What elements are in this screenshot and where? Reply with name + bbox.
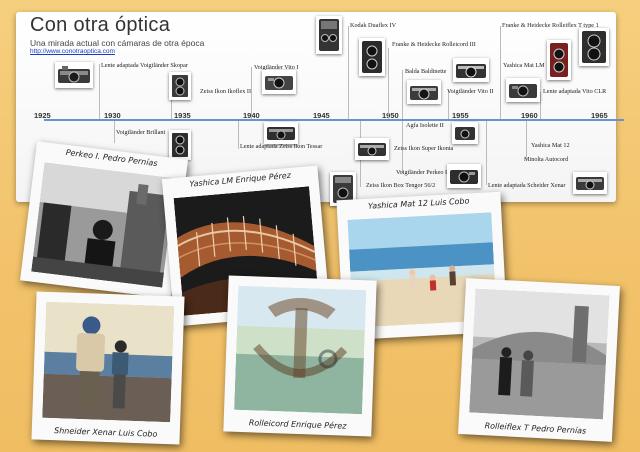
event-label: Lente adaptada Voigtländer Skopar [101, 62, 188, 69]
twin-lens-camera-icon [582, 31, 606, 63]
event-label: Voigtländer Brillant [116, 129, 166, 136]
folding-camera-icon [58, 66, 90, 83]
camera-thumbnail[interactable] [359, 38, 385, 76]
camera-thumbnail[interactable] [573, 172, 607, 194]
camera-thumbnail[interactable] [262, 70, 296, 94]
year-label: 1930 [104, 111, 121, 120]
event-label: Yashica Mat 12 [531, 142, 570, 149]
folding-camera-icon [450, 170, 478, 184]
twin-lens-camera-icon [550, 43, 568, 77]
camera-thumbnail[interactable] [355, 138, 389, 160]
camera-thumbnail[interactable] [452, 122, 478, 144]
leader-line [114, 121, 115, 143]
event-label: Zeiss Ikon Ikoflex II [200, 88, 252, 95]
year-label: 1960 [521, 111, 538, 120]
photo-caption: Shneider Xenar Luis Cobo [53, 426, 158, 439]
camera-thumbnail[interactable] [407, 80, 441, 104]
website-link[interactable]: http://www.conotraoptica.com [30, 48, 115, 55]
camera-thumbnail[interactable] [506, 78, 540, 102]
leader-line [486, 121, 487, 185]
camera-thumbnail[interactable] [579, 28, 609, 66]
box-camera-icon [319, 19, 339, 51]
event-label: Lente adaptada Zeiss Ikon Tessar [240, 143, 323, 150]
camera-thumbnail[interactable] [447, 164, 481, 188]
event-label: Kodak Duaflex IV [350, 22, 397, 29]
photo-caption: Rolleicord Enrique Pérez [248, 418, 347, 431]
twin-lens-camera-icon [172, 75, 188, 97]
event-label: Zeiss Ikon Super Ikonta [394, 145, 454, 152]
photo-image [42, 301, 175, 423]
event-label: Zeiss Ikon Box Tengor 56/2 [366, 182, 436, 189]
camera-thumbnail[interactable] [169, 72, 191, 100]
leader-line [251, 67, 252, 119]
leader-line [388, 48, 389, 119]
camera-thumbnail[interactable] [169, 130, 191, 160]
year-label: 1935 [174, 111, 191, 120]
camera-thumbnail[interactable] [453, 58, 489, 82]
event-label: Voigtländer Vito II [447, 88, 494, 95]
leader-line [238, 121, 239, 149]
folding-camera-icon [456, 64, 486, 78]
camera-thumbnail[interactable] [55, 62, 93, 88]
event-label: Balda Baldinette [405, 68, 447, 75]
folding-camera-icon [265, 76, 293, 90]
photo-card[interactable]: Rolleiflex T Pedro Pernías [458, 278, 620, 442]
event-label: Yashica Mat LM [503, 62, 545, 69]
folding-camera-icon [455, 127, 475, 140]
seaside-children-image [42, 301, 175, 423]
leader-line [526, 121, 527, 159]
photo-card[interactable]: Perkeo I. Pedro Pernías [20, 141, 188, 299]
event-label: Minolta Autocord [524, 156, 569, 163]
event-label: Lente adaptada Scheider Xenar [488, 182, 566, 189]
people-building-image [469, 288, 610, 420]
photo-image [234, 285, 367, 415]
folding-camera-icon [358, 143, 386, 156]
camera-thumbnail[interactable] [547, 40, 571, 80]
folding-camera-icon [576, 177, 604, 190]
event-label: Lente adaptada Vito CLR [543, 88, 607, 95]
folding-camera-icon [267, 127, 295, 140]
photo-card[interactable]: Rolleicord Enrique Pérez [223, 275, 377, 437]
photo-image [469, 288, 610, 420]
year-label: 1945 [313, 111, 330, 120]
folding-camera-icon [509, 84, 537, 98]
photo-caption: Rolleiflex T Pedro Pernías [484, 421, 587, 436]
photo-card[interactable]: Shneider Xenar Luis Cobo [31, 291, 185, 445]
leader-line [402, 70, 403, 119]
page-subtitle: Una mirada actual con cámaras de otra ép… [30, 38, 205, 48]
leader-line [99, 64, 100, 119]
event-label: Agfa Isolette II [406, 122, 444, 129]
leader-line [348, 26, 349, 119]
folding-camera-icon [410, 86, 438, 100]
year-label: 1925 [34, 111, 51, 120]
year-label: 1955 [452, 111, 469, 120]
year-label: 1950 [382, 111, 399, 120]
twin-lens-camera-icon [362, 41, 382, 73]
photo-image [31, 162, 176, 288]
twin-lens-camera-icon [172, 133, 188, 157]
camera-thumbnail[interactable] [264, 122, 298, 144]
leader-line [500, 26, 501, 119]
year-label: 1965 [591, 111, 608, 120]
leader-line [540, 92, 541, 119]
street-scene-image [31, 162, 176, 288]
page-title: Con otra óptica [30, 14, 171, 36]
camera-thumbnail[interactable] [316, 16, 342, 54]
event-label: Franke & Heidecke Rolleicord III [392, 41, 476, 48]
double-exposure-anchor-image [234, 285, 367, 415]
event-label: Voigtländer Perkeo I [396, 169, 448, 176]
